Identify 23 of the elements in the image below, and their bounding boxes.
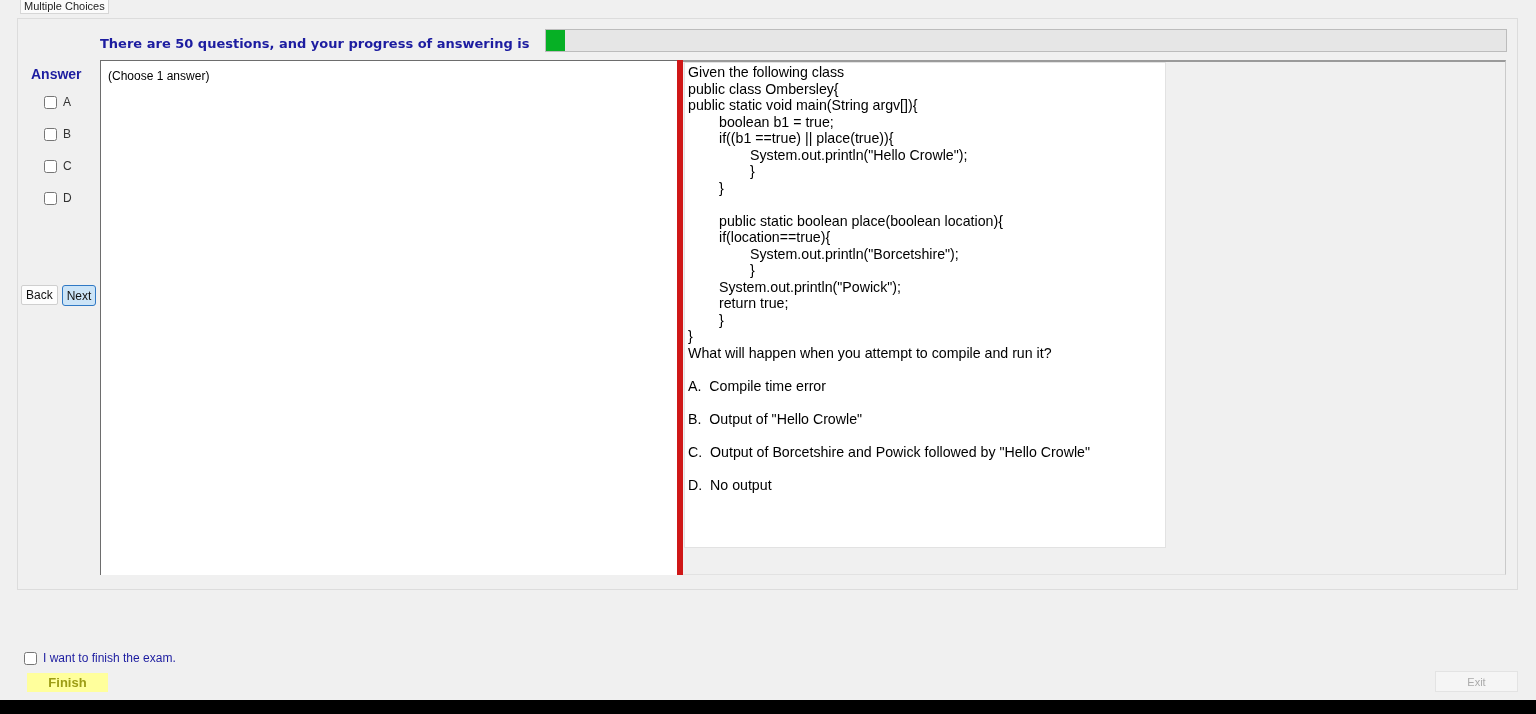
option-label: B xyxy=(63,127,71,141)
back-button[interactable]: Back xyxy=(21,285,58,305)
progress-caption: There are 50 questions, and your progress of answering is xyxy=(100,35,530,52)
option-label: A xyxy=(63,95,71,109)
question-prompt: What will happen when you attempt to compile and run it? xyxy=(688,344,1052,361)
finish-checkbox[interactable] xyxy=(24,651,37,665)
answer-choice: A. Compile time error xyxy=(688,377,826,394)
answer-checkbox[interactable] xyxy=(44,159,57,173)
option-label: D xyxy=(63,191,72,205)
instruction-text: (Choose 1 answer) xyxy=(108,69,210,84)
option-label: C xyxy=(63,159,72,173)
next-button[interactable]: Next xyxy=(61,285,97,306)
answer-heading: Answer xyxy=(30,66,82,82)
tab[interactable]: Multiple Choices xyxy=(20,0,109,14)
answer-checkbox[interactable] xyxy=(44,191,57,205)
finish-checkbox-label: I want to finish the exam. xyxy=(43,651,176,665)
answer-choice: B. Output of "Hello Crowle" xyxy=(688,410,863,427)
answer-choice: D. No output xyxy=(688,476,772,493)
answer-choice: C. Output of Borcetshire and Powick followed by "Hello Crowle" xyxy=(688,443,1090,460)
answer-checkbox[interactable] xyxy=(44,127,57,141)
code-listing: public class Ombersley{ public static void main(String argv[]){ boolean b1 = true; if((b1 ==true) || place(true)){ System.out.println("Hello Crowle"); } } public static boolean place(boolean location){ if(location==true){ System.out.println("Borcetshire"); } System.out.println("Powick"); return true; } } xyxy=(688,80,1003,345)
answer-checkbox[interactable] xyxy=(44,95,57,109)
question-intro: Given the following class xyxy=(688,64,845,81)
